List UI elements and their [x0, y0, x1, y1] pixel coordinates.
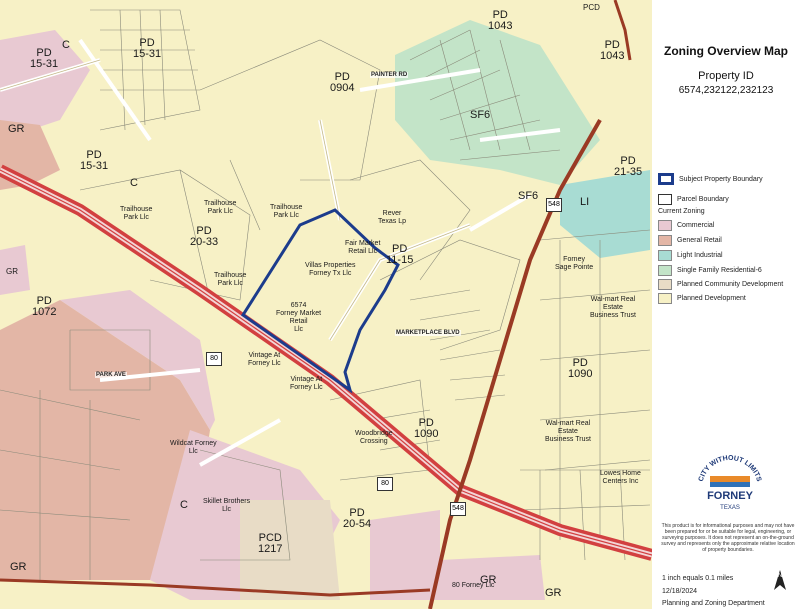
parcel-label[interactable]: Trailhouse Park Llc: [120, 206, 152, 222]
zone-commercial-sc: [370, 510, 440, 600]
zone-label: PD 1090: [414, 417, 439, 440]
legend-item: Planned Development: [658, 293, 746, 304]
zone-label: PCD 1217: [258, 532, 283, 555]
legend-subject: Subject Property Boundary: [658, 173, 763, 185]
parcel-label[interactable]: Villas Properties Forney Tx Llc: [305, 262, 355, 278]
subject-swatch: [658, 173, 674, 185]
svg-text:N: N: [778, 573, 782, 579]
legend-item: Light Industrial: [658, 250, 723, 261]
legend-panel: Zoning Overview Map Property ID 6574,232…: [652, 0, 800, 609]
zone-label: PD 1090: [568, 357, 593, 380]
zone-commercial-nw: [0, 30, 90, 130]
general-retail-swatch: [658, 235, 672, 246]
zone-label: GR: [10, 561, 27, 573]
zone-label: GR: [8, 123, 25, 135]
parcel-label[interactable]: 6574 Forney Market Retail Llc: [276, 302, 321, 334]
parcel-label[interactable]: Trailhouse Park Llc: [270, 204, 302, 220]
zone-label: PD 15-31: [133, 37, 162, 60]
parcel-label[interactable]: Fair Market Retail Llc: [345, 240, 380, 256]
hwy-80-shield: 80: [206, 352, 222, 366]
zone-label: GR: [6, 267, 18, 276]
department-text: Planning and Zoning Department: [662, 600, 765, 607]
pcd-swatch: [658, 279, 672, 290]
light-industrial-swatch: [658, 250, 672, 261]
parcel-label[interactable]: 80 Forney Llc: [452, 582, 494, 590]
zone-label: PD 15-31: [30, 47, 59, 70]
zone-label: LI: [580, 196, 590, 208]
hwy-80-shield: 80: [377, 477, 393, 491]
zone-label: SF6: [518, 190, 539, 202]
legend-item: General Retail: [658, 235, 722, 246]
zone-label: PD 15-31: [80, 149, 109, 172]
sf6-swatch: [658, 265, 672, 276]
parcel-label[interactable]: Forney Sage Pointe: [555, 256, 593, 272]
legend-item: Commercial: [658, 220, 714, 231]
zone-label: C: [180, 499, 188, 511]
zone-label: PD 21-35: [614, 155, 643, 178]
date-text: 12/18/2024: [662, 588, 698, 595]
zone-label: PD 1043: [600, 39, 625, 62]
map-canvas: [0, 0, 652, 609]
fm-548-shield: 548: [450, 502, 466, 516]
parcel-label[interactable]: Lowes Home Centers Inc: [600, 470, 641, 486]
road-label: PARK AVE: [95, 372, 127, 378]
svg-text:FORNEY: FORNEY: [707, 490, 754, 502]
zoning-map[interactable]: PD 15-31 C PD 15-31 PD 15-31 PD 0904 SF6 PD 1…: [0, 0, 652, 609]
legend-subject-label: Subject Property Boundary: [679, 175, 763, 183]
zone-label: SF6: [470, 109, 491, 121]
legend-parcel: Parcel Boundary: [658, 194, 729, 205]
parcel-label[interactable]: Wal-mart Real Estate Business Trust: [590, 296, 636, 320]
zone-label: C: [130, 177, 138, 189]
zone-label: GR: [545, 587, 562, 599]
svg-text:TEXAS: TEXAS: [720, 505, 740, 511]
disclaimer-text: This product is for informational purpos…: [661, 523, 795, 553]
zone-label: PCD: [583, 3, 600, 12]
parcel-swatch: [658, 194, 672, 205]
property-id-label: Property ID: [698, 70, 754, 82]
zone-label: PD 1072: [32, 295, 57, 318]
zone-sf6-north: [395, 20, 600, 185]
zone-label: PD 20-33: [190, 225, 219, 248]
parcel-label[interactable]: Woodbridge Crossing: [355, 430, 393, 446]
zone-label: PD 1043: [488, 9, 513, 32]
zone-pcd-s: [240, 500, 340, 600]
legend-heading: Current Zoning: [658, 208, 705, 215]
zone-label: PD 20-54: [343, 507, 372, 530]
map-title: Zoning Overview Map: [663, 44, 789, 58]
parcel-label[interactable]: Vintage At Forney Llc: [290, 376, 323, 392]
zone-label: PD 11-15: [386, 243, 414, 266]
north-arrow-icon: N: [774, 570, 786, 590]
zone-label: C: [62, 39, 70, 51]
fm-548-shield: 548: [546, 198, 562, 212]
zone-light-industrial: [560, 170, 650, 258]
road-label: PAINTER RD: [370, 72, 409, 78]
forney-logo: CITY WITHOUT LIMITS FORNEY TEXAS: [698, 455, 762, 511]
legend-item: Single Family Residential-6: [658, 265, 762, 276]
parcel-label[interactable]: Wildcat Forney Llc: [170, 440, 217, 456]
parcel-label[interactable]: Skillet Brothers Llc: [203, 498, 250, 514]
pd-swatch: [658, 293, 672, 304]
parcel-label[interactable]: Rever Texas Lp: [378, 210, 406, 226]
scale-text: 1 inch equals 0.1 miles: [662, 575, 734, 582]
parcel-label[interactable]: Wal-mart Real Estate Business Trust: [545, 420, 591, 444]
parcel-label[interactable]: Trailhouse Park Llc: [204, 200, 236, 216]
commercial-swatch: [658, 220, 672, 231]
legend-parcel-label: Parcel Boundary: [677, 196, 729, 203]
legend-item: Planned Community Development: [658, 279, 783, 290]
parcel-label[interactable]: Trailhouse Park Llc: [214, 272, 246, 288]
road-label: MARKETPLACE BLVD: [395, 330, 461, 336]
parcel-label[interactable]: Vintage At Forney Llc: [248, 352, 281, 368]
property-id-values: 6574,232122,232123: [678, 85, 774, 96]
zone-label: PD 0904: [330, 71, 355, 94]
